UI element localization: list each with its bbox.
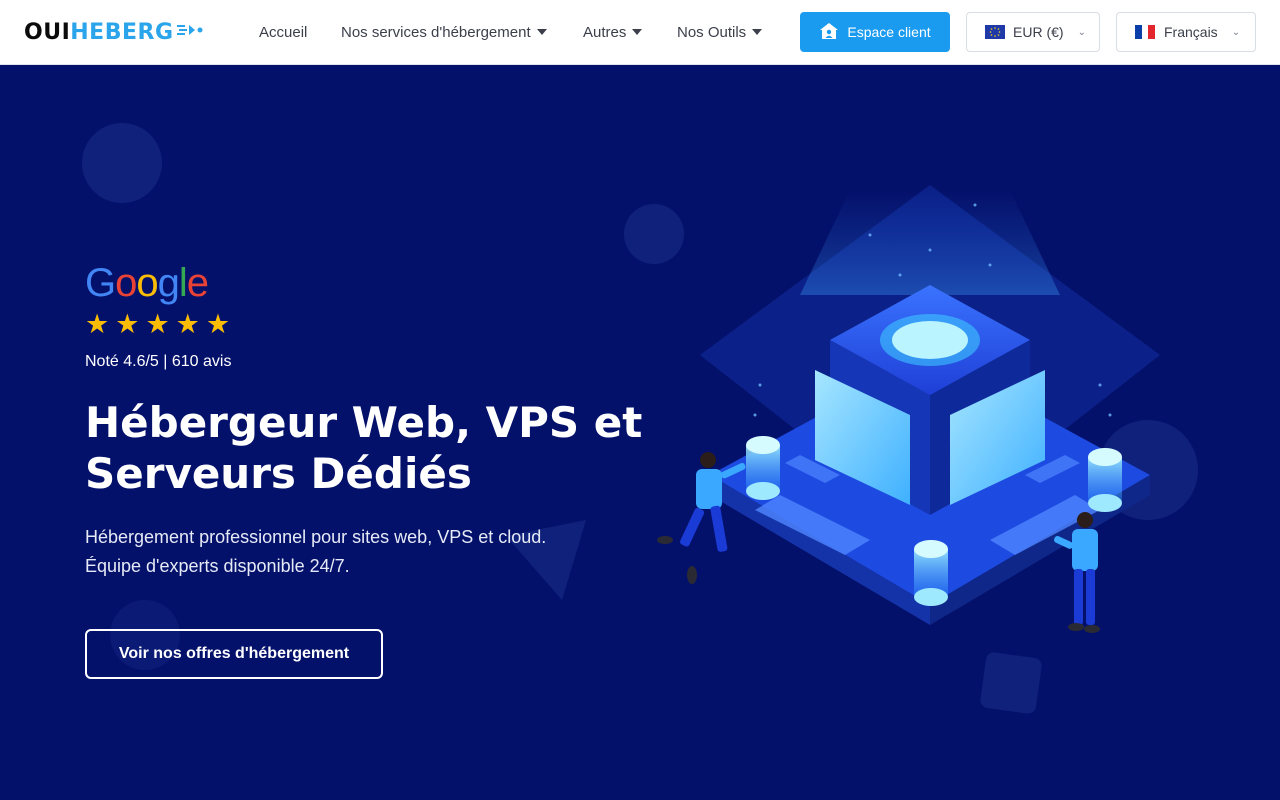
star-icon: ★ xyxy=(175,309,200,339)
nav-item-label: Autres xyxy=(583,23,627,41)
chevron-down-icon: ⌄ xyxy=(1231,26,1241,38)
decor-circle xyxy=(82,123,162,203)
logo-arrow-icon xyxy=(176,22,203,43)
home-user-icon xyxy=(819,22,839,43)
fr-flag-icon xyxy=(1135,25,1155,39)
nav-item-outils[interactable]: Nos Outils xyxy=(677,0,763,64)
data-center-illustration xyxy=(657,185,1160,633)
nav-item-label: Nos Outils xyxy=(677,23,747,41)
caret-down-icon xyxy=(752,29,763,35)
hero-title-line2: Serveurs Dédiés xyxy=(85,449,472,498)
hero-title-line1: Hébergeur Web, VPS et xyxy=(85,398,643,447)
hero-title: Hébergeur Web, VPS et Serveurs Dédiés xyxy=(85,397,645,499)
nav-item-accueil[interactable]: Accueil xyxy=(259,0,307,64)
rating-stars: ★ ★ ★ ★ ★ xyxy=(85,309,230,340)
star-icon: ★ xyxy=(85,309,110,339)
currency-selector[interactable]: EUR (€) ⌄ xyxy=(966,12,1100,52)
star-icon: ★ xyxy=(115,309,140,339)
google-logo: Google xyxy=(85,261,209,305)
client-area-button[interactable]: Espace client xyxy=(800,12,950,52)
brand-logo[interactable]: OUI HEBERG xyxy=(24,19,203,45)
hero-subtitle-line2: Équipe d'experts disponible 24/7. xyxy=(85,556,350,576)
chevron-down-icon: ⌄ xyxy=(1077,26,1086,38)
client-area-label: Espace client xyxy=(847,24,931,40)
nav-item-label: Accueil xyxy=(259,23,308,41)
star-icon: ★ xyxy=(205,309,231,339)
rating-text: Noté 4.6/5 | 610 avis xyxy=(85,353,232,370)
hero-section: Google ★ ★ ★ ★ ★ Noté 4.6/5 | 610 avis H… xyxy=(0,65,1280,800)
eu-flag-icon xyxy=(985,25,1005,39)
site-header: OUI HEBERG Accueil Nos services d'héberg… xyxy=(0,0,1280,65)
logo-text-oui: OUI xyxy=(24,19,71,45)
currency-value: EUR (€) xyxy=(1013,24,1064,40)
logo-text-heberg: HEBERG xyxy=(70,19,174,45)
hero-subtitle-line1: Hébergement professionnel pour sites web… xyxy=(85,527,547,547)
nav-item-autres[interactable]: Autres xyxy=(583,0,643,64)
star-icon: ★ xyxy=(145,309,170,339)
nav-item-label: Nos services d'hébergement xyxy=(341,23,531,41)
caret-down-icon xyxy=(536,29,547,35)
hero-subtitle: Hébergement professionnel pour sites web… xyxy=(85,523,605,581)
view-offers-button[interactable]: Voir nos offres d'hébergement xyxy=(85,629,383,679)
language-selector[interactable]: Français ⌄ xyxy=(1116,12,1256,52)
nav-item-services[interactable]: Nos services d'hébergement xyxy=(341,0,547,64)
caret-down-icon xyxy=(632,29,643,35)
language-value: Français xyxy=(1164,24,1218,40)
